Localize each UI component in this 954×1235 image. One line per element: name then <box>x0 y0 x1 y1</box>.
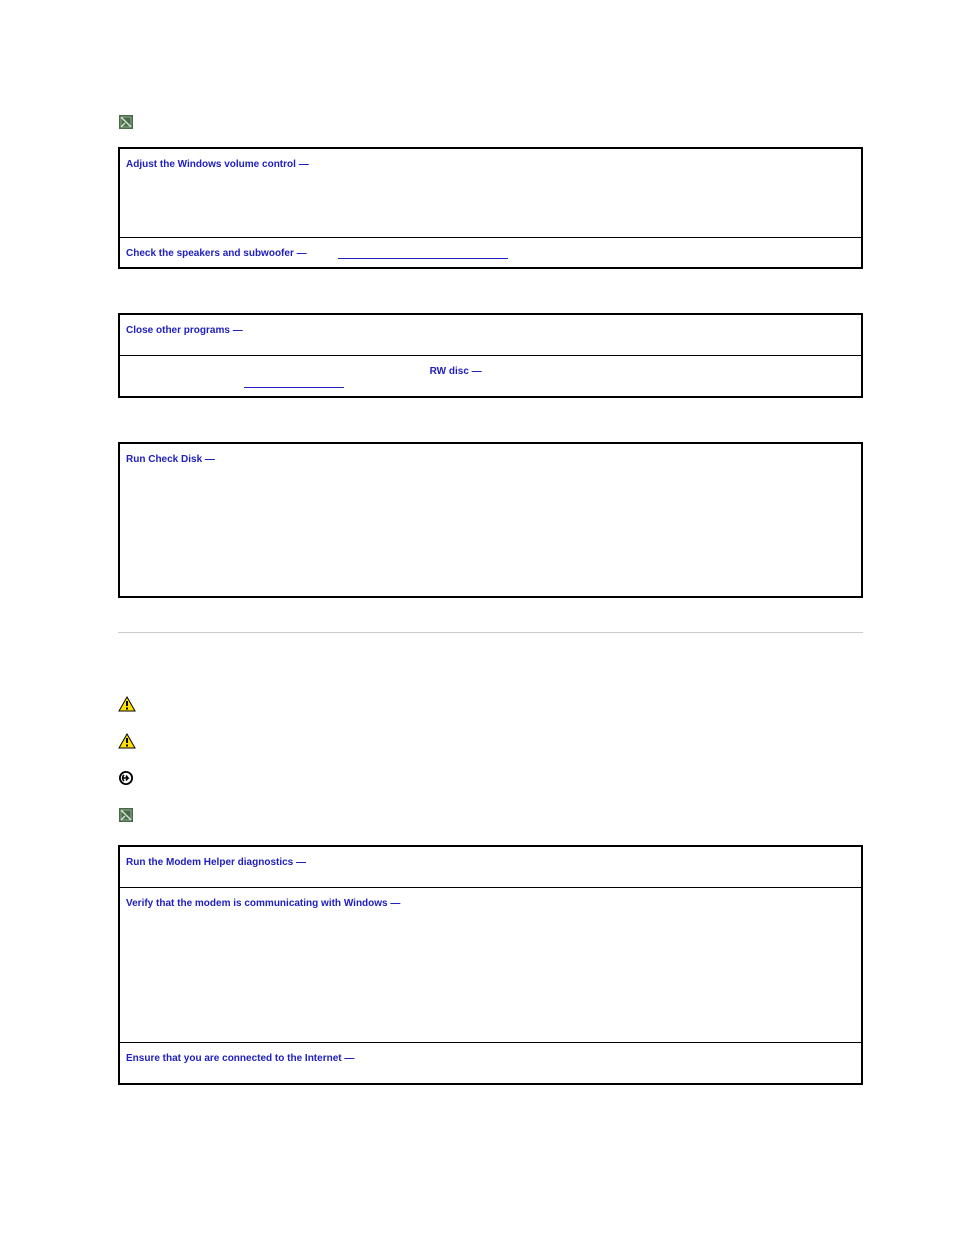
note-text: NOTE: High-speed CD drive vibration is n… <box>142 110 863 124</box>
note-icon <box>118 110 142 133</box>
label-standby-prefix: Turn off Standby mode in Windows before … <box>126 366 427 377</box>
info-volume-control: Click the speaker icon in the lower-righ… <box>126 176 855 191</box>
list-volume-items: Ensure that the volume is turned up by c… <box>132 195 855 227</box>
label-modem-communicating: Verify that the modem is communicating w… <box>126 898 400 909</box>
row-close-programs: Close other programs — The CD/DVD-RW dri… <box>119 314 862 356</box>
list-item: 6. Click Properties, click the Diagnosti… <box>132 998 855 1013</box>
label-connected-internet: Ensure that you are connected to the Int… <box>126 1053 354 1064</box>
label-close-programs: Close other programs — <box>126 325 243 336</box>
list-item: 5. Under Error-checking, click Check Now… <box>132 537 855 552</box>
info-standby-before: See <box>484 366 502 377</box>
caution-icon <box>118 729 142 752</box>
heading-email-modem-internet: E-Mail, Modem, and Internet Problems <box>118 663 863 678</box>
label-modem-helper: Run the Modem Helper diagnostics — <box>126 857 306 868</box>
list-item: Ensure that the sound is not muted by cl… <box>132 212 855 227</box>
note-isp: NOTE: If you can connect to your Interne… <box>118 803 863 831</box>
list-item: 2. Right-click Local Disk C:. <box>132 486 855 501</box>
panel-email-modem: Run the Modem Helper diagnostics — Click… <box>118 845 863 1085</box>
list-item: 4. Click the Modems tab. <box>132 964 855 979</box>
list-item: 4. Click the Tools tab. <box>132 520 855 535</box>
steps-check-disk: 1. Click the Start button and click My C… <box>132 469 855 586</box>
list-item: 2. Click Printers and Other Hardware. <box>132 930 855 945</box>
link-sound-speaker-problems[interactable]: See Sound and Speaker Problems. <box>338 248 508 259</box>
note-top: NOTE: High-speed CD drive vibration is n… <box>118 110 863 133</box>
caution-safety: CAUTION: Before you begin any of the pro… <box>118 692 863 715</box>
notice-icon <box>118 766 142 789</box>
section-divider <box>118 632 863 633</box>
note-isp-text: NOTE: If you can connect to your Interne… <box>142 803 863 831</box>
list-item: 1. Click the Start button and click My C… <box>132 469 855 484</box>
row-modem-helper: Run the Modem Helper diagnostics — Click… <box>119 846 862 888</box>
heading-hard-drive-problems: Hard drive problems <box>118 420 863 432</box>
row-modem-communicating: Verify that the modem is communicating w… <box>119 888 862 1043</box>
caution-text-1: CAUTION: Before you begin any of the pro… <box>142 692 863 706</box>
list-item: 5. Click the COM port for your modem. <box>132 981 855 996</box>
row-connected-internet: Ensure that you are connected to the Int… <box>119 1043 862 1085</box>
list-item: 6. Click Scan for and attempt recovery o… <box>132 554 855 569</box>
row-check-speakers: Check the speakers and subwoofer — See S… <box>119 238 862 269</box>
info-standby-after: for information on power conservation mo… <box>347 377 550 388</box>
panel-hdd: Run Check Disk — 1. Click the Start butt… <box>118 442 863 598</box>
row-check-disk: Run Check Disk — 1. Click the Start butt… <box>119 443 862 597</box>
list-item: 1. Click the Start button and click Cont… <box>132 913 855 928</box>
heading-cd-dvd-rw-problems: Problems writing to a CD/DVD-RW drive <box>118 291 863 303</box>
list-item: Ensure that the volume is turned up by c… <box>132 195 855 210</box>
list-item: 3. Click Properties. <box>132 503 855 518</box>
label-volume-control: Adjust the Windows volume control — <box>126 159 309 170</box>
row-turn-off-standby: Turn off Standby mode in Windows before … <box>119 356 862 398</box>
label-check-disk: Run Check Disk — <box>126 454 215 465</box>
link-prefix-text: See <box>309 248 335 259</box>
link-power-management[interactable]: Power Management <box>244 377 344 388</box>
note-icon <box>118 803 142 826</box>
steps-modem-comm: 1. Click the Start button and click Cont… <box>132 913 855 1013</box>
list-item: 7. Click Start. <box>132 571 855 586</box>
label-standby-suffix: RW disc — <box>430 366 482 377</box>
label-check-speakers: Check the speakers and subwoofer — <box>126 248 307 259</box>
panel-cd-dvd-rw: Close other programs — The CD/DVD-RW dri… <box>118 313 863 398</box>
row-volume-control: Adjust the Windows volume control — Clic… <box>119 148 862 238</box>
caution-modem-analog: CAUTION: Connect the modem to an analog … <box>118 729 863 752</box>
footer-modem-comm: If all commands receive responses, the m… <box>126 1019 855 1034</box>
caution-text-2: CAUTION: Connect the modem to an analog … <box>142 729 863 743</box>
notice-modem-cable: NOTICE: Do not route modem or telephone … <box>118 766 863 789</box>
panel-cddvd: Adjust the Windows volume control — Clic… <box>118 147 863 269</box>
list-item: 3. Click Phone and Modem Options. <box>132 947 855 962</box>
caution-icon <box>118 692 142 715</box>
notice-text: NOTICE: Do not route modem or telephone … <box>142 766 863 780</box>
